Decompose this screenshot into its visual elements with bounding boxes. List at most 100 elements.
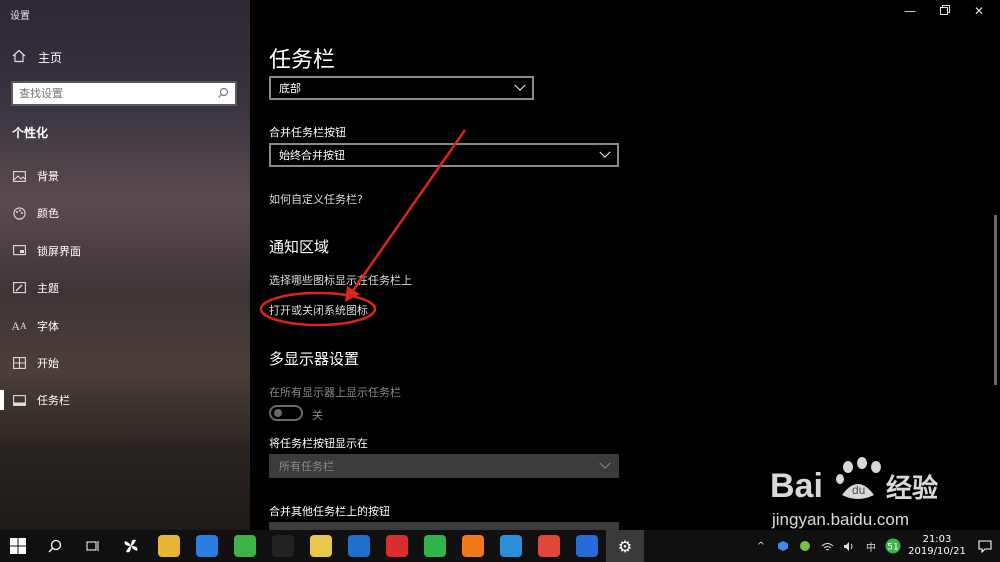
- toggle-state-label: 关: [312, 409, 323, 422]
- wifi-icon[interactable]: [816, 530, 838, 562]
- sidebar-item-label: 颜色: [37, 207, 59, 220]
- system-tray: ^ 中 51 21:03 2019/10/21: [750, 530, 1000, 562]
- taskbar-app-button[interactable]: [416, 530, 454, 562]
- tray-51-icon[interactable]: 51: [882, 530, 904, 562]
- task-view-button[interactable]: [74, 530, 112, 562]
- sidebar-item-background[interactable]: 背景: [12, 166, 242, 186]
- sidebar-item-fonts[interactable]: AA 字体: [11, 316, 242, 336]
- multi-display-heading: 多显示器设置: [269, 350, 360, 368]
- notification-area-heading: 通知区域: [269, 238, 330, 256]
- toggle-knob: [274, 409, 282, 417]
- volume-icon[interactable]: [838, 530, 860, 562]
- taskbar-app-button[interactable]: [188, 530, 226, 562]
- chevron-down-icon: [599, 146, 611, 158]
- notification-center-button[interactable]: [970, 530, 1000, 562]
- theme-icon: [12, 282, 26, 294]
- taskbar-app-button[interactable]: [226, 530, 264, 562]
- show-all-displays-label: 在所有显示器上显示任务栏: [269, 386, 401, 399]
- main-content: — ✕ 任务栏 底部 合并任务栏按钮 始终合并按钮 如何自定义任务栏? 通知区域…: [250, 0, 1000, 530]
- app-blue-icon: [348, 535, 370, 557]
- file-explorer-icon: [158, 535, 180, 557]
- sidebar-item-themes[interactable]: 主题: [12, 278, 242, 298]
- combine-other-dropdown[interactable]: [269, 522, 619, 530]
- start-icon: [12, 357, 26, 369]
- settings-icon: ⚙: [617, 536, 633, 556]
- taskbar-app-button[interactable]: [530, 530, 568, 562]
- image-icon: [12, 170, 26, 182]
- select-icons-link[interactable]: 选择哪些图标显示在任务栏上: [269, 272, 412, 288]
- store-icon: [196, 535, 218, 557]
- chevron-down-icon: [514, 79, 526, 91]
- home-icon: [12, 49, 26, 66]
- clock-time: 21:03: [922, 534, 952, 545]
- sidebar-item-label: 开始: [37, 357, 59, 370]
- pinned-apps: ⚙: [150, 530, 644, 562]
- sidebar-item-colors[interactable]: 颜色: [12, 203, 242, 223]
- section-title: 个性化: [12, 126, 49, 140]
- taskbar-app-button[interactable]: [150, 530, 188, 562]
- combine-other-label: 合并其他任务栏上的按钮: [269, 505, 390, 518]
- search-box[interactable]: [11, 81, 237, 106]
- start-button[interactable]: [0, 530, 36, 562]
- app-circle-blue-icon: [500, 535, 522, 557]
- taskbar-app-button[interactable]: [340, 530, 378, 562]
- dropdown-value: 所有任务栏: [279, 460, 334, 473]
- page-title: 任务栏: [269, 48, 336, 73]
- dropdown-value: 底部: [279, 82, 301, 95]
- taskbar-position-dropdown[interactable]: 底部: [269, 76, 534, 100]
- pinwheel-app-button[interactable]: [112, 530, 150, 562]
- clock-date: 2019/10/21: [908, 546, 966, 557]
- minimize-button[interactable]: —: [895, 4, 925, 18]
- taskbar-app-button[interactable]: [454, 530, 492, 562]
- show-all-displays-toggle[interactable]: [269, 405, 303, 421]
- search-input[interactable]: [19, 87, 199, 100]
- sidebar-item-lock-screen[interactable]: 锁屏界面: [12, 241, 242, 261]
- taskbar-app-button[interactable]: [302, 530, 340, 562]
- search-button[interactable]: [36, 530, 74, 562]
- clock[interactable]: 21:03 2019/10/21: [904, 534, 970, 558]
- app-red-icon: [386, 535, 408, 557]
- sidebar-item-taskbar[interactable]: 任务栏: [12, 390, 242, 410]
- notification-icon: [978, 539, 992, 553]
- taskbar-app-button[interactable]: [264, 530, 302, 562]
- show-buttons-dropdown[interactable]: 所有任务栏: [269, 454, 619, 478]
- sidebar-item-label: 锁屏界面: [37, 245, 81, 258]
- close-button[interactable]: ✕: [964, 4, 994, 18]
- taskbar: ⚙ ^ 中 51 21:03 2019/10/21: [0, 530, 1000, 562]
- taskbar-app-button[interactable]: [492, 530, 530, 562]
- wps-icon: [576, 535, 598, 557]
- sidebar-item-label: 背景: [37, 170, 59, 183]
- input-method-icon[interactable]: 中: [860, 530, 882, 562]
- dropdown-value: 始终合并按钮: [279, 149, 345, 162]
- app-red-power-icon: [538, 535, 560, 557]
- tray-box-icon[interactable]: [772, 530, 794, 562]
- restore-button[interactable]: [930, 4, 960, 18]
- taskbar-app-button[interactable]: ⚙: [606, 530, 644, 562]
- customize-taskbar-link[interactable]: 如何自定义任务栏?: [269, 191, 363, 207]
- tray-green-icon[interactable]: [794, 530, 816, 562]
- taskbar-app-button[interactable]: [568, 530, 606, 562]
- qq-icon: [272, 535, 294, 557]
- chevron-up-icon[interactable]: ^: [750, 530, 772, 562]
- wechat-icon: [424, 535, 446, 557]
- sidebar-item-label: 字体: [37, 320, 59, 333]
- sidebar-item-start[interactable]: 开始: [12, 353, 242, 373]
- sidebar-item-label: 任务栏: [37, 394, 70, 407]
- pinwheel-icon: [124, 539, 138, 553]
- combine-buttons-label: 合并任务栏按钮: [269, 126, 346, 139]
- task-view-icon: [86, 541, 99, 551]
- home-nav-item[interactable]: 主页: [12, 49, 62, 66]
- scrollbar[interactable]: [994, 215, 997, 385]
- selection-indicator: [0, 390, 4, 410]
- lock-screen-icon: [12, 245, 26, 257]
- sidebar: 设置 主页 个性化 背景 颜色 锁屏界面 主题: [0, 0, 250, 530]
- taskbar-app-button[interactable]: [378, 530, 416, 562]
- combine-buttons-dropdown[interactable]: 始终合并按钮: [269, 143, 619, 167]
- windows-logo-icon: [10, 538, 26, 554]
- window-title: 设置: [10, 11, 30, 22]
- palette-icon: [12, 206, 26, 220]
- show-buttons-label: 将任务栏按钮显示在: [269, 437, 368, 450]
- system-icons-link[interactable]: 打开或关闭系统图标: [269, 302, 368, 318]
- browser-icon: [234, 535, 256, 557]
- search-icon[interactable]: [217, 84, 229, 103]
